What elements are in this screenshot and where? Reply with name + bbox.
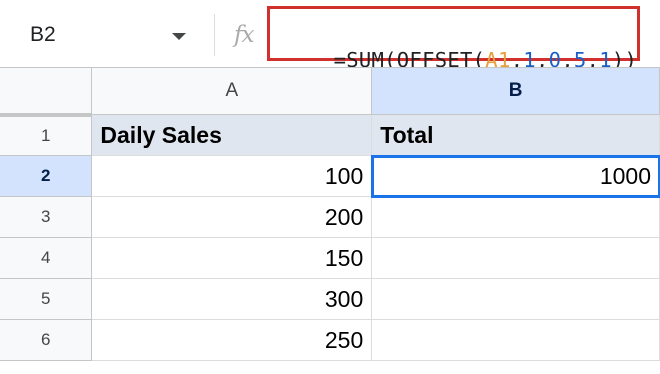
- cell-b2[interactable]: 1000: [370, 154, 660, 198]
- table-row: 5 300: [0, 278, 660, 320]
- row-header-1[interactable]: 1: [0, 114, 93, 156]
- table-row: 2 100 1000: [0, 154, 660, 198]
- name-box-value: B2: [30, 23, 56, 46]
- column-header-a[interactable]: A: [91, 67, 373, 115]
- row-header-4[interactable]: 4: [0, 237, 93, 279]
- cell-a1[interactable]: Daily Sales: [91, 114, 373, 156]
- cell-a5[interactable]: 300: [91, 278, 373, 320]
- cell-a4[interactable]: 150: [91, 237, 373, 279]
- cell-b4[interactable]: [371, 237, 660, 279]
- fx-icon: fx: [234, 22, 255, 48]
- row-header-6[interactable]: 6: [0, 319, 93, 361]
- cell-b1[interactable]: Total: [371, 114, 660, 156]
- row-header-5[interactable]: 5: [0, 278, 93, 320]
- cell-a3[interactable]: 200: [91, 196, 373, 238]
- table-row: 3 200: [0, 196, 660, 238]
- chevron-down-icon[interactable]: [172, 33, 186, 40]
- spreadsheet-grid: A B 1 Daily Sales Total 2 100 1000 3 200…: [0, 67, 660, 361]
- table-row: 4 150: [0, 237, 660, 279]
- cell-b3[interactable]: [371, 196, 660, 238]
- cell-b5[interactable]: [371, 278, 660, 320]
- column-header-b[interactable]: B: [371, 67, 660, 115]
- divider: [214, 14, 215, 56]
- row-header-2[interactable]: 2: [0, 155, 93, 197]
- select-all-corner[interactable]: [0, 67, 93, 117]
- table-row: 1 Daily Sales Total: [0, 114, 660, 156]
- cell-b6[interactable]: [371, 319, 660, 361]
- column-header-row: A B: [0, 67, 660, 117]
- cell-a6[interactable]: 250: [91, 319, 373, 361]
- row-header-3[interactable]: 3: [0, 196, 93, 238]
- table-row: 6 250: [0, 319, 660, 361]
- cell-a2[interactable]: 100: [91, 155, 373, 197]
- formula-bar: B2 fx =SUM(OFFSET(A1,1,0,5,1)): [0, 0, 660, 72]
